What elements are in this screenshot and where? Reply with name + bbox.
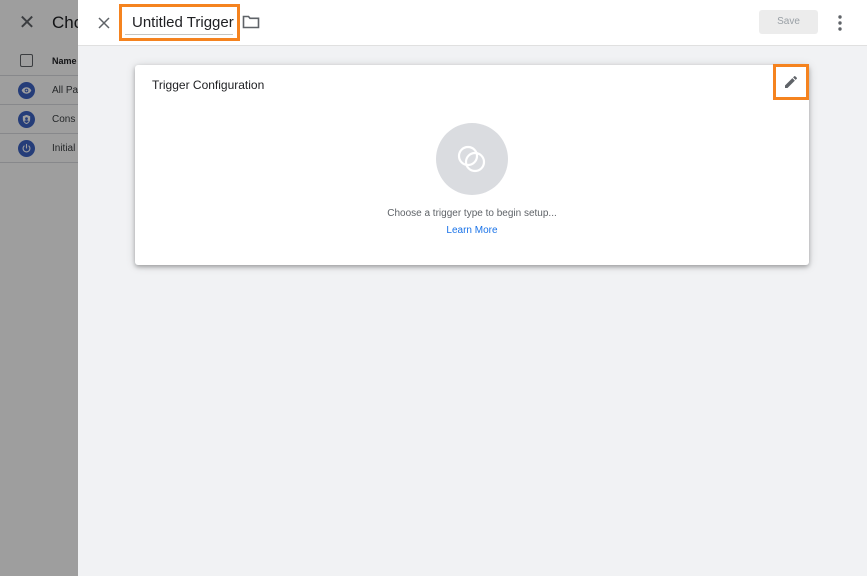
close-icon — [98, 17, 110, 29]
edit-button[interactable] — [773, 64, 809, 100]
more-vert-icon — [838, 15, 842, 31]
trigger-name-input[interactable]: Untitled Trigger — [132, 14, 234, 31]
close-button[interactable] — [94, 13, 114, 33]
save-button[interactable]: Save — [759, 10, 818, 34]
folder-icon — [242, 15, 260, 29]
learn-more-link[interactable]: Learn More — [441, 225, 503, 236]
folder-button[interactable] — [242, 14, 260, 30]
input-underline — [125, 34, 233, 35]
trigger-editor-sheet: Untitled Trigger Save Trigger Configurat… — [78, 0, 867, 576]
choose-trigger-type-button[interactable] — [436, 123, 508, 195]
trigger-configuration-card[interactable]: Trigger Configuration Choose a trigger t… — [135, 64, 809, 265]
trigger-name-highlight: Untitled Trigger — [119, 4, 240, 41]
choose-trigger-hint: Choose a trigger type to begin setup... — [387, 208, 557, 219]
trigger-type-icon — [457, 145, 486, 173]
more-options-button[interactable] — [832, 13, 848, 33]
pencil-icon — [785, 75, 797, 88]
card-title: Trigger Configuration — [152, 78, 265, 92]
sheet-header: Untitled Trigger Save — [78, 0, 867, 46]
